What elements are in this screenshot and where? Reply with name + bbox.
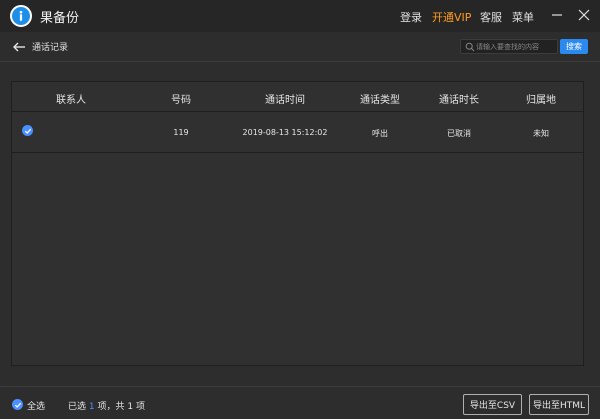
close-icon[interactable] [577,8,591,22]
back-arrow-icon[interactable] [12,40,26,54]
selection-suffix: 项，共 1 项 [97,402,145,412]
vip-link[interactable]: 开通VIP [432,9,471,25]
cell-number: 119 [173,128,189,137]
column-header-time: 通话时间 [265,95,305,106]
cell-location: 未知 [533,129,549,138]
column-header-contact: 联系人 [56,95,86,106]
selection-status: 已选 1 项，共 1 项 [68,399,145,412]
column-header-type: 通话类型 [360,95,400,106]
search-input[interactable] [476,40,556,53]
column-header-location: 归属地 [526,95,556,106]
footer-bar: 全选 已选 1 项，共 1 项 导出至CSV 导出至HTML [0,386,600,419]
select-all-label[interactable]: 全选 [27,399,45,412]
minimize-icon[interactable] [550,8,564,22]
login-link[interactable]: 登录 [400,9,422,25]
row-divider [12,152,583,153]
selection-prefix: 已选 [68,402,87,412]
cell-duration: 已取消 [447,129,471,138]
page-title: 通话记录 [32,43,69,53]
select-all-checkbox[interactable] [12,399,23,410]
row-checkbox[interactable] [22,125,33,136]
selected-count: 1 [88,402,95,412]
search-box [460,39,558,54]
app-title: 果备份 [40,11,80,26]
service-link[interactable]: 客服 [480,9,502,25]
cell-type: 呼出 [372,129,388,138]
search-icon [465,42,475,52]
column-header-duration: 通话时长 [439,95,479,106]
app-logo-icon [10,5,32,27]
column-header-number: 号码 [171,95,191,106]
call-log-table: 联系人 号码 通话时间 通话类型 通话时长 归属地 119 2019-08-13… [11,81,584,366]
export-html-button[interactable]: 导出至HTML [529,394,589,415]
title-bar: 果备份 登录 开通VIP 客服 菜单 [0,0,600,32]
export-csv-button[interactable]: 导出至CSV [463,394,522,415]
menu-link[interactable]: 菜单 [512,9,534,25]
search-button[interactable]: 搜索 [560,39,588,54]
table-header: 联系人 号码 通话时间 通话类型 通话时长 归属地 [12,82,583,112]
sub-header: 通话记录 搜索 [0,32,600,62]
cell-time: 2019-08-13 15:12:02 [242,128,328,137]
